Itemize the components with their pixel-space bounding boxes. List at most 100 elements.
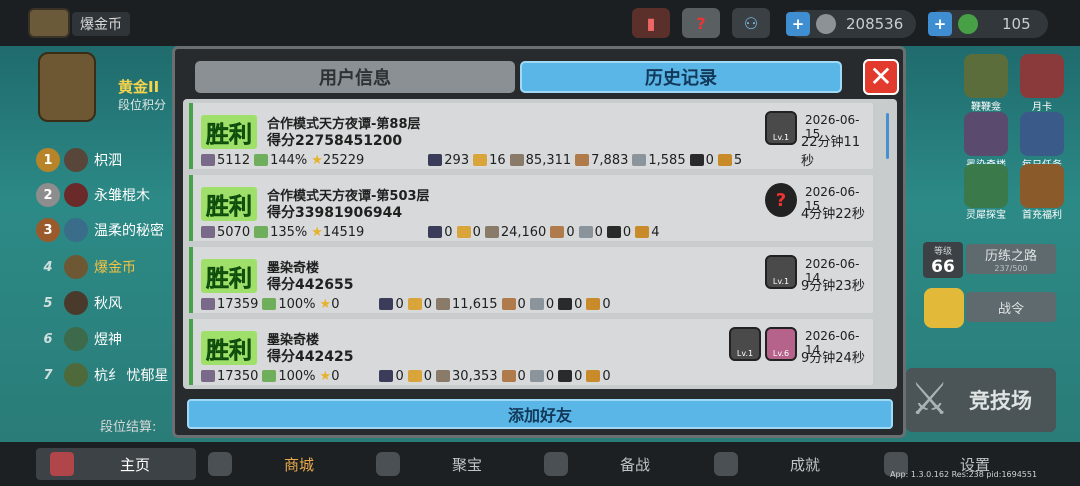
stat-item: 100% — [262, 368, 316, 384]
stat-value: 0 — [545, 296, 555, 312]
player-name: 爆金币 — [72, 12, 130, 36]
friends-icon[interactable]: ⚇ — [732, 8, 770, 38]
stat-item: 0 — [379, 296, 404, 312]
stat-value: 7,883 — [591, 152, 629, 168]
stat-item: ★ 0 — [320, 369, 340, 384]
nav-home-label: 主页 — [120, 455, 151, 474]
book-icon[interactable]: ▮ — [632, 8, 670, 38]
ticket-icon — [254, 154, 269, 166]
avatar — [64, 363, 88, 387]
add-coins-button[interactable]: + — [786, 12, 810, 36]
wheat-icon — [456, 226, 471, 238]
stat-value: 0 — [444, 224, 453, 240]
match-score: 得分442655 — [267, 277, 354, 293]
sword-icon — [484, 226, 499, 238]
leaderboard-row[interactable]: 3 温柔的秘密 — [36, 215, 180, 245]
unknown-hero-icon: ? — [765, 183, 797, 217]
gem-icon — [958, 14, 978, 34]
sword-icon — [436, 298, 451, 310]
rank-subtitle: 段位积分 — [118, 98, 167, 112]
stat-value: 14519 — [322, 224, 365, 240]
stat-value: 11,615 — [452, 296, 498, 312]
history-dialog: 用户信息 历史记录 ✕ 胜利 合作模式天方夜谭-第88层 得分227584512… — [172, 46, 906, 438]
match-entry[interactable]: 胜利 合作模式天方夜谭-第88层 得分22758451200 Lv.1 2026… — [189, 103, 873, 169]
match-stats: 5070 135% ★ 14519 0 0 24,160 0 0 0 4 — [201, 224, 821, 240]
tab-history[interactable]: 历史记录 — [520, 61, 842, 93]
stat-item: 30,353 — [436, 369, 498, 384]
training-path-label: 历练之路 — [984, 249, 1037, 264]
match-entry[interactable]: 胜利 墨染奇楼 得分442425 Lv.1 Lv.6 2026-06-14 9分… — [189, 319, 873, 385]
treasure-icon[interactable] — [964, 164, 1008, 208]
add-gems-button[interactable]: + — [928, 12, 952, 36]
stat-value: 5 — [733, 152, 743, 168]
top-bar: 爆金币 ▮ ? ⚇ + 208536 + 105 — [0, 0, 1080, 46]
gift-icon[interactable] — [1020, 164, 1064, 208]
stat-value: 0 — [622, 224, 632, 240]
tower-icon — [201, 370, 215, 382]
rank-number: 2 — [36, 183, 60, 207]
nav-achievements[interactable]: 成就 — [714, 448, 820, 480]
leaderboard-row[interactable]: 6 煜神 — [36, 324, 180, 354]
ore-icon — [558, 370, 573, 382]
stat-item: 0 — [578, 225, 603, 240]
close-button[interactable]: ✕ — [863, 59, 899, 95]
result-badge: 胜利 — [201, 115, 257, 149]
stat-value: 144% — [270, 152, 308, 168]
stat-value: 5070 — [217, 224, 251, 240]
player-avatar[interactable] — [28, 8, 70, 38]
match-stats: 17350 100% ★ 0 0 0 30,353 0 0 0 0 — [201, 368, 821, 384]
stat-item: 0 — [456, 225, 481, 240]
stat-value: 0 — [423, 368, 433, 384]
stat-value: 0 — [517, 296, 526, 312]
result-badge: 胜利 — [201, 259, 257, 293]
arena-label: 竞技场 — [969, 389, 1032, 413]
leaderboard-row[interactable]: 1 枳泗 — [36, 145, 180, 175]
match-entry[interactable]: 胜利 合作模式天方夜谭-第503层 得分33981906944 ? 2026-0… — [189, 175, 873, 241]
hero-level: Lv.1 — [772, 277, 790, 286]
training-path-button[interactable]: 历练之路 237/500 — [966, 244, 1056, 274]
stat-item: 0 — [379, 369, 404, 384]
stat-value: 0 — [423, 296, 433, 312]
battle-pass-icon[interactable] — [924, 288, 964, 328]
match-duration: 4分钟22秒 — [801, 207, 865, 222]
leaderboard-row[interactable]: 7 杭纟 忧郁星 — [36, 360, 180, 390]
chain-icon — [635, 226, 650, 238]
tasks-icon[interactable] — [1020, 112, 1064, 156]
rank-name: 煜神 — [94, 332, 122, 348]
wheat-icon — [407, 298, 422, 310]
match-history-list[interactable]: 胜利 合作模式天方夜谭-第88层 得分22758451200 Lv.1 2026… — [183, 99, 897, 389]
rank-settlement-label: 段位结算: — [100, 420, 157, 435]
rank-title: 黄金II — [118, 78, 160, 96]
card-icon[interactable] — [1020, 54, 1064, 98]
stat-item: 5070 — [201, 225, 250, 240]
entry-accent — [189, 247, 193, 313]
match-entry[interactable]: 胜利 墨染奇楼 得分442655 Lv.1 2026-06-14 9分钟23秒 … — [189, 247, 873, 313]
nav-prepare[interactable]: 备战 — [544, 448, 650, 480]
stat-item: 135% — [254, 225, 307, 240]
bandage-icon — [501, 298, 516, 310]
stat-value: 0 — [395, 296, 404, 312]
gems-value: 105 — [1002, 15, 1031, 33]
scrollbar[interactable] — [886, 113, 889, 159]
dragon-icon[interactable] — [964, 54, 1008, 98]
stat-item: 11,615 — [436, 297, 498, 312]
nav-shop[interactable]: 商城 — [208, 448, 314, 480]
tower-icon[interactable] — [964, 112, 1008, 156]
help-icon[interactable]: ? — [682, 8, 720, 38]
match-duration: 9分钟24秒 — [801, 351, 865, 366]
leaderboard-row[interactable]: 4 爆金币 — [36, 252, 180, 282]
nav-treasure[interactable]: 聚宝 — [376, 448, 482, 480]
right-icon-label: 灵犀探宝 — [966, 210, 1006, 221]
stat-value: 0 — [705, 152, 714, 168]
nav-home[interactable]: 主页 — [36, 448, 196, 480]
hero-level: Lv.1 — [736, 349, 754, 358]
match-duration: 9分钟23秒 — [801, 279, 865, 294]
leaderboard-row[interactable]: 5 秋风 — [36, 288, 180, 318]
leaderboard-row[interactable]: 2 永雏棍木 — [36, 180, 180, 210]
battle-pass-button[interactable]: 战令 — [966, 292, 1056, 322]
stat-value: 100% — [278, 368, 316, 384]
bandage-icon — [550, 226, 565, 238]
add-friend-button[interactable]: 添加好友 — [187, 399, 893, 429]
stat-value: 0 — [331, 296, 340, 312]
tab-user-info[interactable]: 用户信息 — [195, 61, 515, 93]
